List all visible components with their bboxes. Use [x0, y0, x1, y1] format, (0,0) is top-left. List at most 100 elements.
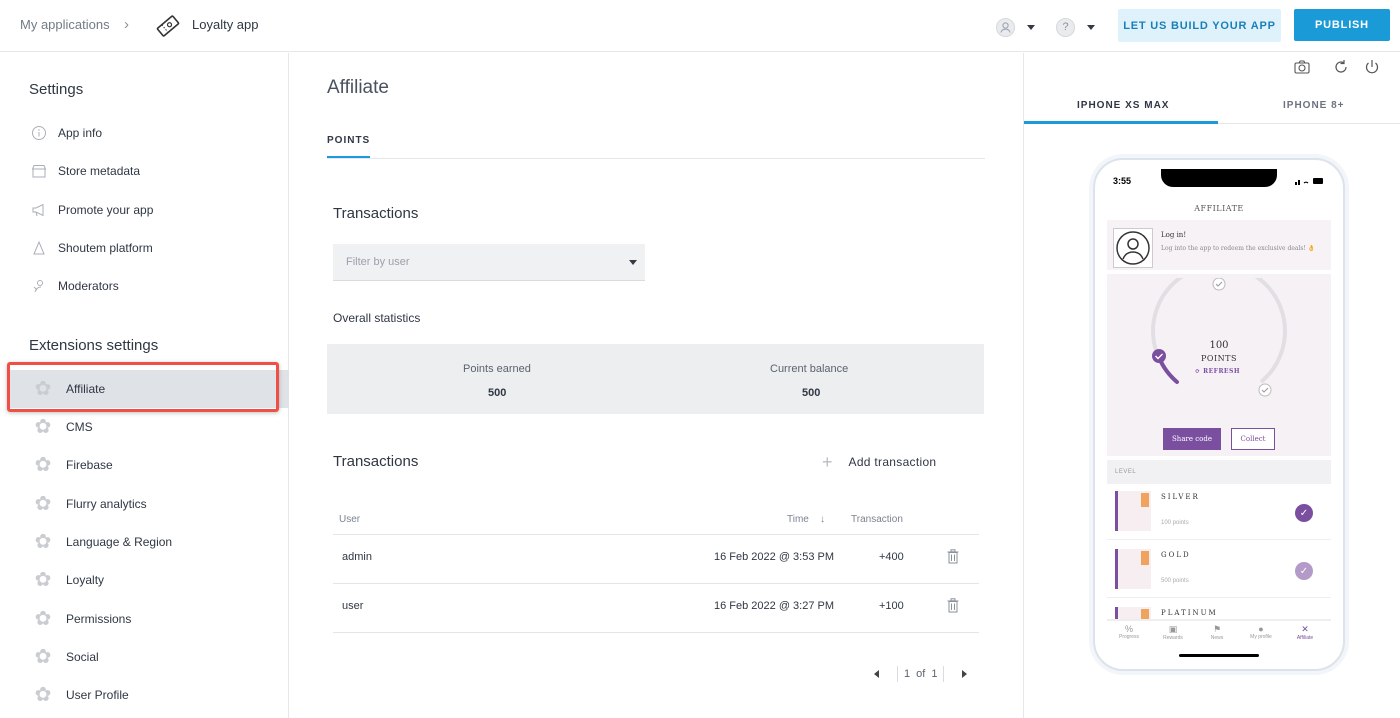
phone-login-card: Log in! Log into the app to redeem the e…	[1107, 220, 1331, 270]
phone-level-item: PLATINUM	[1107, 600, 1331, 620]
plus-icon: +	[822, 451, 833, 472]
phone-nav-news[interactable]: ⚑ News	[1199, 624, 1235, 641]
app-ticket-icon	[156, 15, 180, 37]
points-progress-ring	[1151, 278, 1287, 397]
total-pages: 1	[931, 668, 938, 680]
chevron-down-icon	[629, 260, 637, 265]
delete-trash-icon[interactable]	[947, 549, 959, 564]
transactions-heading: Transactions	[333, 453, 419, 470]
phone-levels-header: LEVEL	[1107, 460, 1331, 484]
settings-heading: Settings	[29, 81, 84, 98]
phone-levels-heading: LEVEL	[1115, 469, 1137, 475]
sidebar-item-app-info[interactable]: App info	[30, 120, 270, 146]
sidebar-item-label: Flurry analytics	[66, 497, 147, 511]
phone-points-area: 100 POINTS ⟳ REFRESH Share code Collect	[1107, 274, 1331, 456]
sidebar-item-user-profile[interactable]: ✿ User Profile	[32, 682, 272, 708]
row-amount: +400	[879, 551, 904, 563]
level-thumbnail	[1115, 491, 1151, 531]
tab-divider	[327, 158, 985, 159]
phone-level-item: GOLD 500 points ✓	[1107, 542, 1331, 598]
camera-icon[interactable]	[1294, 59, 1310, 75]
sidebar-item-firebase[interactable]: ✿ Firebase	[32, 452, 272, 478]
tab-iphone-xs-max[interactable]: IPHONE XS MAX	[1077, 100, 1169, 111]
affiliate-icon: ✕	[1301, 624, 1309, 634]
phone-nav-progress[interactable]: % Progress	[1111, 624, 1147, 640]
phone-login-subtitle: Log into the app to redeem the exclusive…	[1161, 245, 1316, 252]
phone-nav-my-profile[interactable]: ● My profile	[1243, 624, 1279, 640]
user-avatar-icon	[996, 18, 1015, 37]
level-points: 500 points	[1161, 578, 1189, 584]
sidebar-item-label: Social	[66, 650, 99, 664]
sidebar-item-flurry-analytics[interactable]: ✿ Flurry analytics	[32, 491, 272, 517]
chevron-down-icon	[1027, 25, 1035, 30]
sidebar-item-label: Shoutem platform	[58, 241, 153, 255]
nav-label: Rewards	[1163, 635, 1183, 641]
extensions-heading: Extensions settings	[29, 337, 159, 354]
sort-arrow-icon[interactable]: ↓	[820, 514, 825, 525]
power-icon[interactable]	[1364, 59, 1380, 75]
puzzle-icon: ✿	[34, 608, 52, 630]
sidebar-item-loyalty[interactable]: ✿ Loyalty	[32, 567, 272, 593]
active-tab-indicator	[327, 156, 370, 158]
publish-button[interactable]: PUBLISH	[1294, 9, 1390, 41]
sidebar-item-social[interactable]: ✿ Social	[32, 644, 272, 670]
sidebar-item-label: App info	[58, 126, 103, 140]
help-icon: ?	[1056, 18, 1075, 37]
delete-trash-icon[interactable]	[947, 598, 959, 613]
sidebar-item-promote[interactable]: Promote your app	[30, 197, 270, 223]
help-menu-button[interactable]: ?	[1056, 18, 1098, 38]
column-time[interactable]: Time	[787, 514, 809, 525]
sidebar-item-language-region[interactable]: ✿ Language & Region	[32, 529, 272, 555]
refresh-icon[interactable]	[1333, 59, 1349, 75]
puzzle-icon: ✿	[34, 531, 52, 553]
breadcrumb-app-name: Loyalty app	[192, 17, 259, 32]
tab-iphone-8-plus[interactable]: IPHONE 8+	[1283, 100, 1345, 111]
selection-highlight	[7, 362, 279, 412]
level-name: SILVER	[1161, 493, 1200, 501]
sidebar-item-permissions[interactable]: ✿ Permissions	[32, 606, 272, 632]
filter-placeholder: Filter by user	[346, 256, 410, 268]
store-icon	[30, 162, 48, 180]
puzzle-icon: ✿	[34, 684, 52, 706]
platform-icon	[30, 239, 48, 257]
filter-by-user-select[interactable]: Filter by user	[333, 244, 645, 281]
phone-refresh-link[interactable]: ⟳ REFRESH	[1195, 368, 1240, 375]
breadcrumb-my-applications[interactable]: My applications	[20, 17, 110, 32]
phone-nav-affiliate[interactable]: ✕ Affiliate	[1287, 624, 1323, 641]
level-name: PLATINUM	[1161, 609, 1218, 617]
phone-frame: 3:55 AFFILIATE Log in! Log into the app …	[1093, 158, 1345, 671]
phone-collect-button[interactable]: Collect	[1231, 428, 1275, 450]
transactions-filter-heading: Transactions	[333, 205, 419, 222]
user-menu-button[interactable]	[996, 18, 1038, 38]
sidebar-item-moderators[interactable]: Moderators	[30, 273, 270, 299]
phone-share-code-button[interactable]: Share code	[1163, 428, 1221, 450]
sidebar-item-cms[interactable]: ✿ CMS	[32, 414, 272, 440]
level-points: 100 points	[1161, 520, 1189, 526]
column-transaction[interactable]: Transaction	[851, 514, 903, 525]
table-header-divider	[333, 534, 979, 535]
sidebar-item-label: Language & Region	[66, 535, 173, 549]
top-bar: My applications › Loyalty app ? LET US B…	[0, 0, 1400, 52]
row-amount: +100	[879, 600, 904, 612]
sidebar-item-store-metadata[interactable]: Store metadata	[30, 158, 270, 184]
breadcrumb-chevron-icon: ›	[124, 16, 129, 33]
prev-page-icon[interactable]	[874, 670, 879, 678]
sidebar-item-label: User Profile	[66, 688, 129, 702]
row-user: admin	[342, 551, 372, 563]
column-user[interactable]: User	[339, 514, 360, 525]
profile-icon: ●	[1258, 624, 1264, 634]
points-earned-value: 500	[488, 387, 507, 399]
next-page-icon[interactable]	[962, 670, 968, 678]
sidebar-item-shoutem-platform[interactable]: Shoutem platform	[30, 235, 270, 261]
points-earned-label: Points earned	[463, 363, 531, 375]
puzzle-icon: ✿	[34, 493, 52, 515]
phone-nav-rewards[interactable]: ▣ Rewards	[1155, 624, 1191, 641]
puzzle-icon: ✿	[34, 416, 52, 438]
add-transaction-button[interactable]: + Add transaction	[822, 452, 936, 472]
tab-points[interactable]: POINTS	[327, 135, 370, 146]
sidebar-item-label: Promote your app	[58, 203, 154, 217]
level-check-icon: ✓	[1295, 504, 1313, 522]
build-app-button[interactable]: LET US BUILD YOUR APP	[1118, 9, 1281, 42]
level-check-icon: ✓	[1295, 562, 1313, 580]
row-time: 16 Feb 2022 @ 3:53 PM	[714, 551, 835, 563]
